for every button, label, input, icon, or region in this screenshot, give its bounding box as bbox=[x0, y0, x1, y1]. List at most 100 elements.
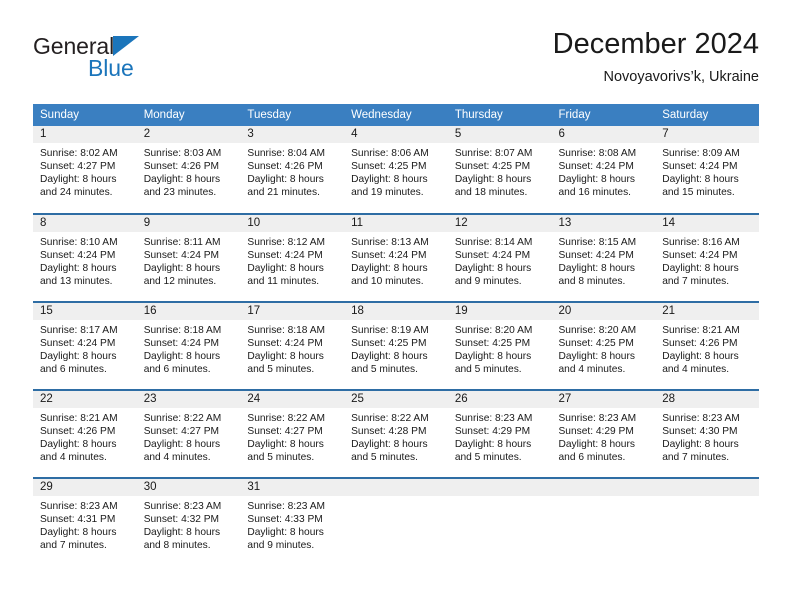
day-details: Sunrise: 8:21 AM Sunset: 4:26 PM Daylight:… bbox=[33, 408, 137, 464]
sunset-time: Sunset: 4:31 PM bbox=[40, 514, 116, 526]
weekday-header-wednesday: Wednesday bbox=[344, 104, 448, 126]
calendar-day-cell[interactable]: 18 Sunrise: 8:19 AM Sunset: 4:25 PM Dayligh… bbox=[344, 301, 448, 390]
sunset-time: Sunset: 4:25 PM bbox=[454, 161, 531, 173]
day-number: 4 bbox=[344, 126, 448, 143]
day-details: Sunrise: 8:23 AM Sunset: 4:30 PM Daylight:… bbox=[655, 408, 759, 464]
calendar-day-cell[interactable]: 14 Sunrise: 8:16 AM Sunset: 4:24 PM Dayligh… bbox=[655, 213, 759, 302]
day-cell-inner: 9 Sunrise: 8:11 AM Sunset: 4:24 PM Daylight… bbox=[136, 215, 241, 301]
logo-triangle-icon bbox=[113, 36, 139, 56]
calendar-day-cell[interactable]: 11 Sunrise: 8:13 AM Sunset: 4:24 PM Dayligh… bbox=[344, 213, 448, 302]
daylight-duration-line1: Daylight: 8 hours bbox=[662, 263, 739, 275]
calendar-day-cell-empty bbox=[447, 477, 552, 566]
sunset-time: Sunset: 4:24 PM bbox=[247, 338, 323, 350]
daylight-duration-line2: and 4 minutes. bbox=[558, 364, 626, 376]
calendar-day-cell[interactable]: 29 Sunrise: 8:23 AM Sunset: 4:31 PM Dayligh… bbox=[33, 477, 137, 566]
calendar-day-cell[interactable]: 25 Sunrise: 8:22 AM Sunset: 4:28 PM Dayligh… bbox=[344, 389, 448, 478]
day-number bbox=[551, 479, 656, 496]
day-details: Sunrise: 8:23 AM Sunset: 4:29 PM Daylight:… bbox=[552, 408, 656, 464]
calendar-day-cell[interactable]: 5 Sunrise: 8:07 AM Sunset: 4:25 PM Daylight… bbox=[447, 126, 552, 214]
calendar-day-cell[interactable]: 23 Sunrise: 8:22 AM Sunset: 4:27 PM Dayligh… bbox=[136, 389, 241, 478]
sunrise-time: Sunrise: 8:03 AM bbox=[143, 148, 222, 159]
day-details: Sunrise: 8:03 AM Sunset: 4:26 PM Daylight:… bbox=[137, 143, 241, 199]
calendar-day-cell-empty bbox=[551, 477, 656, 566]
daylight-duration-line2: and 13 minutes. bbox=[40, 276, 113, 288]
day-details: Sunrise: 8:20 AM Sunset: 4:25 PM Daylight:… bbox=[552, 320, 656, 376]
calendar-day-cell[interactable]: 2 Sunrise: 8:03 AM Sunset: 4:26 PM Daylight… bbox=[136, 126, 241, 214]
day-cell-inner bbox=[344, 479, 448, 566]
calendar-day-cell[interactable]: 17 Sunrise: 8:18 AM Sunset: 4:24 PM Dayligh… bbox=[240, 301, 345, 390]
daylight-duration-line1: Daylight: 8 hours bbox=[247, 527, 324, 539]
calendar-day-cell[interactable]: 6 Sunrise: 8:08 AM Sunset: 4:24 PM Daylight… bbox=[551, 126, 656, 214]
day-details: Sunrise: 8:20 AM Sunset: 4:25 PM Daylight:… bbox=[448, 320, 552, 376]
sunrise-time: Sunrise: 8:20 AM bbox=[558, 325, 637, 336]
daylight-duration-line1: Daylight: 8 hours bbox=[351, 263, 428, 275]
sunrise-time: Sunrise: 8:23 AM bbox=[247, 501, 325, 512]
day-cell-inner bbox=[655, 479, 759, 566]
calendar-day-cell[interactable]: 7 Sunrise: 8:09 AM Sunset: 4:24 PM Daylight… bbox=[655, 126, 759, 214]
day-number bbox=[655, 479, 759, 496]
day-cell-inner: 20 Sunrise: 8:20 AM Sunset: 4:25 PM Dayligh… bbox=[551, 303, 656, 389]
sunrise-time: Sunrise: 8:22 AM bbox=[351, 413, 429, 424]
calendar-day-cell[interactable]: 19 Sunrise: 8:20 AM Sunset: 4:25 PM Dayligh… bbox=[447, 301, 552, 390]
weekday-header-monday: Monday bbox=[136, 104, 241, 126]
calendar-day-cell[interactable]: 8 Sunrise: 8:10 AM Sunset: 4:24 PM Daylight… bbox=[33, 213, 137, 302]
calendar-day-cell[interactable]: 10 Sunrise: 8:12 AM Sunset: 4:24 PM Dayligh… bbox=[240, 213, 345, 302]
day-cell-inner: 5 Sunrise: 8:07 AM Sunset: 4:25 PM Daylight… bbox=[447, 126, 552, 213]
calendar-day-cell[interactable]: 13 Sunrise: 8:15 AM Sunset: 4:24 PM Dayligh… bbox=[551, 213, 656, 302]
daylight-duration-line2: and 7 minutes. bbox=[40, 540, 107, 552]
calendar-day-cell[interactable]: 20 Sunrise: 8:20 AM Sunset: 4:25 PM Dayligh… bbox=[551, 301, 656, 390]
day-number: 9 bbox=[136, 215, 241, 232]
calendar-day-cell[interactable]: 27 Sunrise: 8:23 AM Sunset: 4:29 PM Dayligh… bbox=[551, 389, 656, 478]
calendar-day-cell-empty bbox=[344, 477, 448, 566]
sunrise-time: Sunrise: 8:21 AM bbox=[40, 413, 118, 424]
daylight-duration-line2: and 12 minutes. bbox=[143, 276, 217, 288]
daylight-duration-line1: Daylight: 8 hours bbox=[247, 439, 324, 451]
calendar-week-row: 22 Sunrise: 8:21 AM Sunset: 4:26 PM Dayligh… bbox=[33, 389, 759, 478]
daylight-duration-line1: Daylight: 8 hours bbox=[662, 351, 739, 363]
daylight-duration-line2: and 6 minutes. bbox=[558, 452, 626, 464]
day-cell-inner bbox=[447, 479, 552, 566]
calendar-day-cell[interactable]: 22 Sunrise: 8:21 AM Sunset: 4:26 PM Dayligh… bbox=[33, 389, 137, 478]
sunrise-time: Sunrise: 8:08 AM bbox=[558, 148, 637, 159]
sunset-time: Sunset: 4:28 PM bbox=[351, 426, 427, 438]
sunrise-time: Sunrise: 8:18 AM bbox=[247, 325, 325, 336]
daylight-duration-line1: Daylight: 8 hours bbox=[351, 439, 428, 451]
day-details: Sunrise: 8:04 AM Sunset: 4:26 PM Daylight:… bbox=[240, 143, 344, 199]
calendar-day-cell[interactable]: 12 Sunrise: 8:14 AM Sunset: 4:24 PM Dayligh… bbox=[447, 213, 552, 302]
calendar-day-cell[interactable]: 21 Sunrise: 8:21 AM Sunset: 4:26 PM Dayligh… bbox=[655, 301, 759, 390]
day-number: 23 bbox=[136, 391, 241, 408]
daylight-duration-line1: Daylight: 8 hours bbox=[247, 174, 324, 186]
sunrise-time: Sunrise: 8:14 AM bbox=[454, 237, 533, 248]
calendar-day-cell[interactable]: 24 Sunrise: 8:22 AM Sunset: 4:27 PM Dayligh… bbox=[240, 389, 345, 478]
weekday-header-sunday: Sunday bbox=[33, 104, 137, 126]
day-number: 21 bbox=[655, 303, 759, 320]
daylight-duration-line1: Daylight: 8 hours bbox=[143, 174, 221, 186]
calendar-day-cell[interactable]: 31 Sunrise: 8:23 AM Sunset: 4:33 PM Dayligh… bbox=[240, 477, 345, 566]
daylight-duration-line2: and 11 minutes. bbox=[247, 276, 320, 288]
calendar-day-cell[interactable]: 28 Sunrise: 8:23 AM Sunset: 4:30 PM Dayligh… bbox=[655, 389, 759, 478]
day-number: 24 bbox=[240, 391, 345, 408]
calendar-day-cell[interactable]: 4 Sunrise: 8:06 AM Sunset: 4:25 PM Daylight… bbox=[344, 126, 448, 214]
daylight-duration-line1: Daylight: 8 hours bbox=[247, 351, 324, 363]
sunset-time: Sunset: 4:27 PM bbox=[143, 426, 220, 438]
calendar-day-cell[interactable]: 16 Sunrise: 8:18 AM Sunset: 4:24 PM Dayligh… bbox=[136, 301, 241, 390]
sunset-time: Sunset: 4:24 PM bbox=[40, 250, 116, 262]
day-cell-inner: 27 Sunrise: 8:23 AM Sunset: 4:29 PM Dayligh… bbox=[551, 391, 656, 477]
daylight-duration-line1: Daylight: 8 hours bbox=[454, 439, 532, 451]
calendar-day-cell[interactable]: 30 Sunrise: 8:23 AM Sunset: 4:32 PM Dayligh… bbox=[136, 477, 241, 566]
day-cell-inner: 8 Sunrise: 8:10 AM Sunset: 4:24 PM Daylight… bbox=[33, 215, 137, 301]
day-details: Sunrise: 8:16 AM Sunset: 4:24 PM Daylight:… bbox=[655, 232, 759, 288]
daylight-duration-line1: Daylight: 8 hours bbox=[351, 174, 428, 186]
day-details: Sunrise: 8:11 AM Sunset: 4:24 PM Daylight:… bbox=[137, 232, 241, 288]
calendar-day-cell[interactable]: 9 Sunrise: 8:11 AM Sunset: 4:24 PM Daylight… bbox=[136, 213, 241, 302]
day-details: Sunrise: 8:13 AM Sunset: 4:24 PM Daylight:… bbox=[344, 232, 448, 288]
day-details: Sunrise: 8:23 AM Sunset: 4:29 PM Daylight:… bbox=[448, 408, 552, 464]
day-number: 29 bbox=[33, 479, 137, 496]
calendar-day-cell[interactable]: 26 Sunrise: 8:23 AM Sunset: 4:29 PM Dayligh… bbox=[447, 389, 552, 478]
day-number: 27 bbox=[551, 391, 656, 408]
sunset-time: Sunset: 4:30 PM bbox=[662, 426, 738, 438]
calendar-day-cell[interactable]: 3 Sunrise: 8:04 AM Sunset: 4:26 PM Daylight… bbox=[240, 126, 345, 214]
calendar-day-cell[interactable]: 15 Sunrise: 8:17 AM Sunset: 4:24 PM Dayligh… bbox=[33, 301, 137, 390]
calendar-day-cell[interactable]: 1 Sunrise: 8:02 AM Sunset: 4:27 PM Daylight… bbox=[33, 126, 137, 214]
daylight-duration-line2: and 5 minutes. bbox=[351, 364, 418, 376]
